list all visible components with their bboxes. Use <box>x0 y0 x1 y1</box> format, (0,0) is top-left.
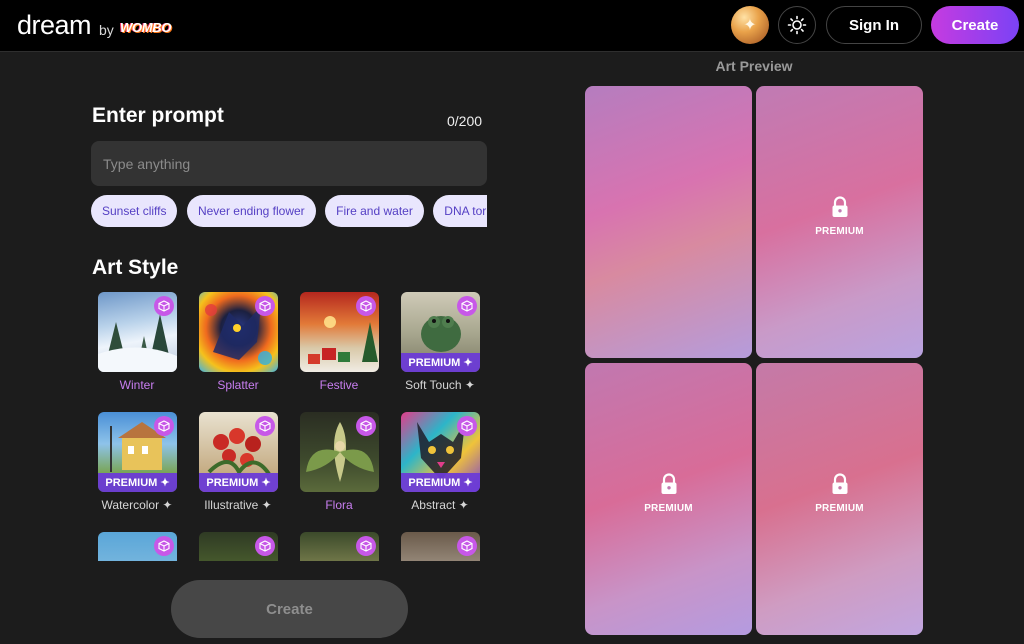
sun-icon <box>787 15 807 35</box>
cube-icon <box>255 296 275 316</box>
style-thumbnail <box>199 532 278 561</box>
style-label: Festive <box>319 378 359 392</box>
art-style-heading: Art Style <box>92 256 179 279</box>
preview-card-locked[interactable]: PREMIUM <box>756 86 923 358</box>
premium-label: PREMIUM <box>815 226 864 237</box>
prompt-suggestions: Sunset cliffs Never ending flower Fire a… <box>91 195 487 227</box>
by-text: by <box>99 22 114 38</box>
user-avatar[interactable]: ✦ <box>731 6 769 44</box>
premium-badge: PREMIUM ✦ <box>401 473 480 492</box>
style-thumbnail <box>98 292 177 372</box>
premium-badge: PREMIUM ✦ <box>401 353 480 372</box>
cube-icon <box>255 536 275 556</box>
cube-icon <box>154 296 174 316</box>
character-counter: 0/200 <box>447 113 483 129</box>
cube-icon <box>356 536 376 556</box>
style-label: Soft Touch ✦ <box>405 378 475 392</box>
cube-icon <box>457 416 477 436</box>
cube-icon <box>255 416 275 436</box>
style-thumbnail <box>98 532 177 561</box>
suggestion-chip[interactable]: DNA tornado <box>433 195 487 227</box>
sparkle-icon: ✦ <box>743 17 757 34</box>
premium-label: PREMIUM <box>815 503 864 514</box>
style-label: Illustrative ✦ <box>204 498 272 512</box>
style-label: Watercolor ✦ <box>101 498 173 512</box>
cube-icon <box>356 416 376 436</box>
prompt-heading: Enter prompt <box>92 104 224 127</box>
preview-card[interactable] <box>585 86 752 358</box>
preview-card-locked[interactable]: PREMIUM <box>756 363 923 635</box>
style-thumbnail <box>300 532 379 561</box>
style-thumbnail <box>199 292 278 372</box>
lock-icon <box>661 473 676 494</box>
cube-icon <box>457 296 477 316</box>
suggestion-chip[interactable]: Never ending flower <box>186 195 316 227</box>
prompt-input[interactable] <box>91 141 487 186</box>
style-thumbnail <box>401 532 480 561</box>
suggestion-chip[interactable]: Sunset cliffs <box>91 195 178 227</box>
lock-icon <box>832 473 847 494</box>
style-thumbnail: PREMIUM ✦ <box>401 292 480 372</box>
dream-logo[interactable]: dream <box>17 10 92 41</box>
top-navigation-bar: dream by WOMBO ✦ Sign In Create <box>0 0 1024 52</box>
style-label: Winter <box>119 378 155 392</box>
lock-icon <box>832 196 847 217</box>
theme-toggle-button[interactable] <box>778 6 816 44</box>
style-thumbnail <box>300 292 379 372</box>
wombo-logo: WOMBO <box>120 20 172 35</box>
premium-badge: PREMIUM ✦ <box>199 473 278 492</box>
suggestion-chip[interactable]: Fire and water <box>325 195 424 227</box>
create-button[interactable]: Create <box>171 580 408 638</box>
cube-icon <box>154 536 174 556</box>
create-button-header[interactable]: Create <box>931 6 1019 44</box>
art-style-grid: Winter Splatter Festive PREMIUM ✦ Soft T… <box>95 292 487 561</box>
cube-icon <box>457 536 477 556</box>
style-label: Splatter <box>217 378 259 392</box>
cube-icon <box>356 296 376 316</box>
style-thumbnail <box>300 412 379 492</box>
style-thumbnail: PREMIUM ✦ <box>401 412 480 492</box>
style-thumbnail: PREMIUM ✦ <box>98 412 177 492</box>
style-label: Flora <box>325 498 353 512</box>
cube-icon <box>154 416 174 436</box>
style-thumbnail: PREMIUM ✦ <box>199 412 278 492</box>
premium-label: PREMIUM <box>644 503 693 514</box>
style-label: Abstract ✦ <box>411 498 469 512</box>
sign-in-button[interactable]: Sign In <box>826 6 922 44</box>
preview-card-locked[interactable]: PREMIUM <box>585 363 752 635</box>
art-preview-heading: Art Preview <box>715 58 793 74</box>
premium-badge: PREMIUM ✦ <box>98 473 177 492</box>
